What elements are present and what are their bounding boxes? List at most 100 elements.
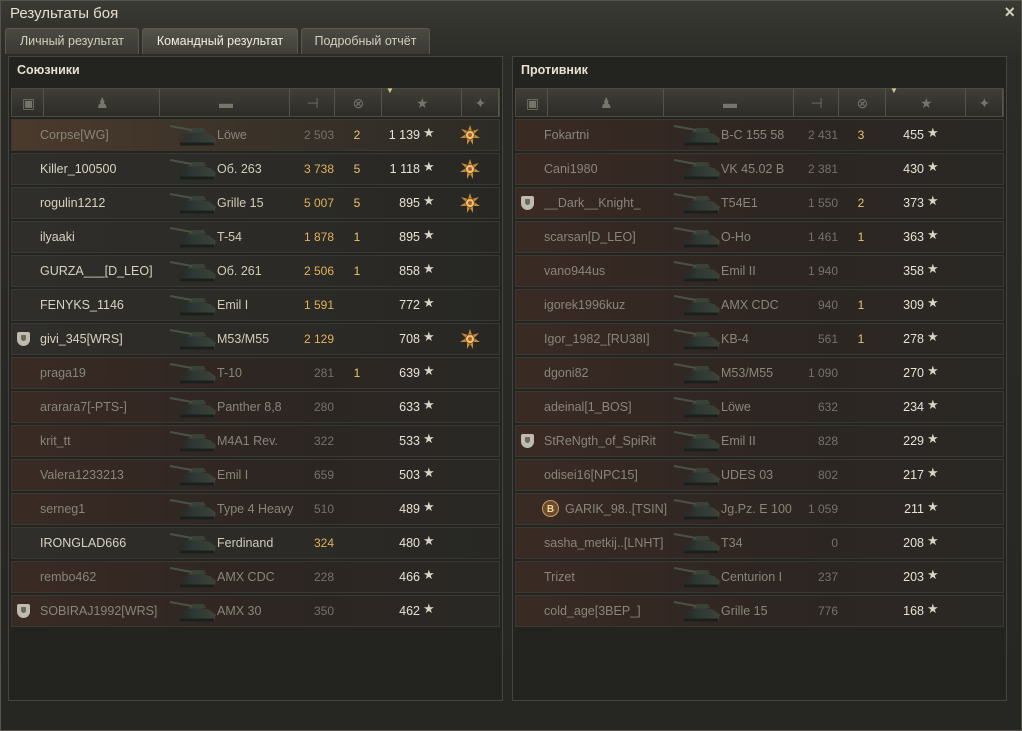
player-name[interactable]: sasha_metkij..[LNHT] [544, 536, 663, 550]
player-row[interactable]: Corpse[WG] Löwe 2 503 2 1 139 ★ [11, 119, 500, 151]
xp-star-icon: ★ [423, 159, 435, 174]
player-row[interactable]: StReNgth_of_SpiRit Emil II 828 229 ★ [515, 425, 1004, 457]
tank-column-header-allies[interactable]: ▬ [160, 89, 290, 116]
frags-column-header-enemies[interactable]: ⊗ [839, 89, 886, 116]
player-name[interactable]: Trizet [544, 570, 575, 584]
xp-value: 895 [399, 196, 420, 210]
frags-column-header-allies[interactable]: ⊗ [335, 89, 382, 116]
platoon-column-header-allies[interactable]: ▣ [12, 89, 44, 116]
player-name[interactable]: FENYKS_1146 [40, 298, 124, 312]
player-name[interactable]: Valera1233213 [40, 468, 124, 482]
player-row[interactable]: rembo462 AMX CDC 228 466 ★ [11, 561, 500, 593]
damage-column-header-enemies[interactable]: ⊣ [794, 89, 839, 116]
xp-star-icon: ★ [423, 431, 435, 446]
player-column-header-enemies[interactable]: ♟ [548, 89, 664, 116]
player-row[interactable]: praga19 T-10 281 1 639 ★ [11, 357, 500, 389]
player-name[interactable]: SOBIRAJ1992[WRS] [40, 604, 157, 618]
player-row[interactable]: scarsan[D_LEO] O-Ho 1 461 1 363 ★ [515, 221, 1004, 253]
player-name[interactable]: GURZA___[D_LEO] [40, 264, 153, 278]
player-row[interactable]: IRONGLAD666 Ferdinand 324 480 ★ [11, 527, 500, 559]
player-row[interactable]: Fokartni B-C 155 58 2 431 3 455 ★ [515, 119, 1004, 151]
player-name[interactable]: IRONGLAD666 [40, 536, 126, 550]
damage-value: 659 [313, 468, 334, 482]
player-row[interactable]: Trizet Centurion I 237 203 ★ [515, 561, 1004, 593]
player-name[interactable]: igorek1996kuz [544, 298, 625, 312]
xp-value: 309 [903, 298, 924, 312]
damage-column-header-allies[interactable]: ⊣ [290, 89, 335, 116]
medal-icon[interactable] [459, 158, 481, 180]
player-name[interactable]: __Dark__Knight_ [544, 196, 641, 210]
tab-detailed-report[interactable]: Подробный отчёт [301, 28, 430, 54]
tab-team-result[interactable]: Командный результат [142, 28, 298, 54]
medal-icon[interactable] [459, 192, 481, 214]
tank-name: Об. 261 [217, 264, 262, 278]
player-row[interactable]: odisei16[NPC15] UDES 03 802 217 ★ [515, 459, 1004, 491]
player-name[interactable]: dgoni82 [544, 366, 589, 380]
xp-column-header-allies[interactable]: ★ ▼ [382, 86, 462, 116]
tank-name: Emil I [217, 468, 249, 482]
player-name[interactable]: serneg1 [40, 502, 85, 516]
player-row[interactable]: __Dark__Knight_ T54E1 1 550 2 373 ★ [515, 187, 1004, 219]
player-name[interactable]: Fokartni [544, 128, 589, 142]
tab-personal-result[interactable]: Личный результат [5, 28, 139, 54]
platoon-icon: ▣ [526, 95, 540, 111]
medal-column-header-enemies[interactable]: ✦ [966, 89, 1003, 116]
player-column-header-allies[interactable]: ♟ [44, 89, 160, 116]
xp-value: 633 [399, 400, 420, 414]
xp-column-header-enemies[interactable]: ★ ▼ [886, 86, 966, 116]
player-row[interactable]: arararа7[-PTS-] Panther 8,8 280 633 ★ [11, 391, 500, 423]
player-name[interactable]: praga19 [40, 366, 86, 380]
player-name[interactable]: givi_345[WRS] [40, 332, 123, 346]
close-icon[interactable]: × [1004, 2, 1015, 23]
xp-star-icon: ★ [920, 95, 933, 111]
player-row[interactable]: FENYKS_1146 Emil I 1 591 772 ★ [11, 289, 500, 321]
xp-value: 203 [903, 570, 924, 584]
player-row[interactable]: B GARIK_98..[TSIN] Jg.Pz. E 100 1 059 211 ★ [515, 493, 1004, 525]
player-name[interactable]: ilyaaki [40, 230, 75, 244]
player-name[interactable]: scarsan[D_LEO] [544, 230, 636, 244]
tank-column-header-enemies[interactable]: ▬ [664, 89, 794, 116]
player-row[interactable]: serneg1 Type 4 Heavy 510 489 ★ [11, 493, 500, 525]
player-row[interactable]: rogulin1212 Grille 15 5 007 5 895 ★ [11, 187, 500, 219]
player-row[interactable]: Killer_100500 Об. 263 3 738 5 1 118 ★ [11, 153, 500, 185]
medal-icon[interactable] [459, 124, 481, 146]
player-row[interactable]: krit_tt M4A1 Rev. 322 533 ★ [11, 425, 500, 457]
damage-value: 2 503 [303, 128, 334, 142]
player-row[interactable]: Valera1233213 Emil I 659 503 ★ [11, 459, 500, 491]
column-header-row: ▣ ♟ ▬ ⊣ ⊗ ★ ▼ ✦ [11, 86, 500, 117]
player-name[interactable]: Igor_1982_[RU38I] [544, 332, 650, 346]
player-name[interactable]: vano944us [544, 264, 605, 278]
player-row[interactable]: igorek1996kuz AMX CDC 940 1 309 ★ [515, 289, 1004, 321]
platoon-column-header-enemies[interactable]: ▣ [516, 89, 548, 116]
damage-value: 324 [313, 536, 334, 550]
damage-value: 350 [313, 604, 334, 618]
player-name[interactable]: Killer_100500 [40, 162, 116, 176]
player-row[interactable]: givi_345[WRS] M53/M55 2 129 708 ★ [11, 323, 500, 355]
player-row[interactable]: sasha_metkij..[LNHT] T34 0 208 ★ [515, 527, 1004, 559]
player-row[interactable]: cold_age[3BEP_] Grille 15 776 168 ★ [515, 595, 1004, 627]
player-name[interactable]: GARIK_98..[TSIN] [565, 502, 667, 516]
medal-icon[interactable] [459, 328, 481, 350]
player-name[interactable]: cold_age[3BEP_] [544, 604, 641, 618]
player-row[interactable]: Igor_1982_[RU38I] KB-4 561 1 278 ★ [515, 323, 1004, 355]
player-name[interactable]: Corpse[WG] [40, 128, 109, 142]
medal-column-header-allies[interactable]: ✦ [462, 89, 499, 116]
player-row[interactable]: ilyaaki T-54 1 878 1 895 ★ [11, 221, 500, 253]
player-row[interactable]: SOBIRAJ1992[WRS] AMX 30 350 462 ★ [11, 595, 500, 627]
player-name[interactable]: StReNgth_of_SpiRit [544, 434, 656, 448]
xp-star-icon: ★ [927, 329, 939, 344]
player-row[interactable]: vano944us Emil II 1 940 358 ★ [515, 255, 1004, 287]
player-name[interactable]: adeinal[1_BOS] [544, 400, 632, 414]
xp-value: 363 [903, 230, 924, 244]
player-name[interactable]: arararа7[-PTS-] [40, 400, 127, 414]
player-name[interactable]: Cani1980 [544, 162, 598, 176]
player-name[interactable]: rogulin1212 [40, 196, 105, 210]
player-row[interactable]: adeinal[1_BOS] Löwe 632 234 ★ [515, 391, 1004, 423]
player-row[interactable]: GURZA___[D_LEO] Об. 261 2 506 1 858 ★ [11, 255, 500, 287]
player-name[interactable]: krit_tt [40, 434, 71, 448]
player-name[interactable]: rembo462 [40, 570, 96, 584]
player-row[interactable]: Cani1980 VK 45.02 B 2 381 430 ★ [515, 153, 1004, 185]
enemies-rows: Fokartni B-C 155 58 2 431 3 455 ★ Cani1980 VK 4… [515, 119, 1004, 629]
player-row[interactable]: dgoni82 M53/M55 1 090 270 ★ [515, 357, 1004, 389]
player-name[interactable]: odisei16[NPC15] [544, 468, 638, 482]
